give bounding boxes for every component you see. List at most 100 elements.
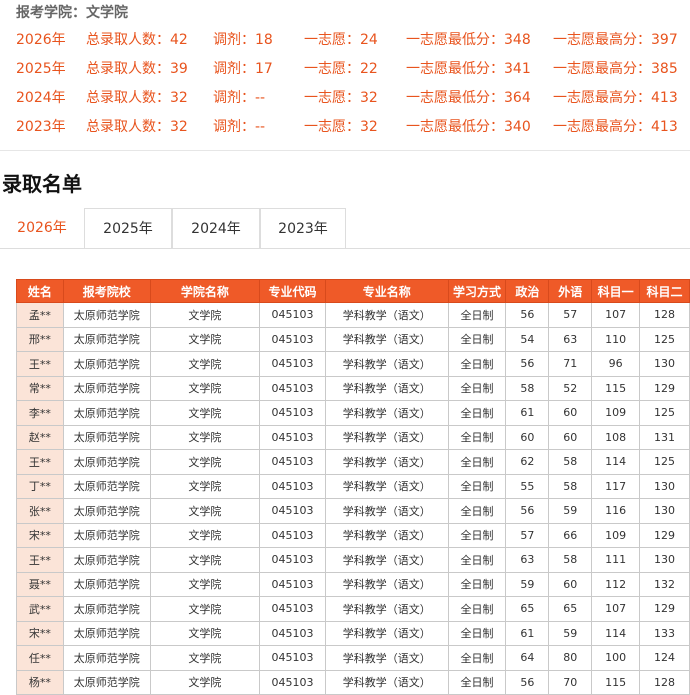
- table-cell: 太原师范学院: [62, 669, 151, 695]
- column-header: 学习方式: [447, 279, 507, 303]
- table-cell: 109: [591, 522, 641, 548]
- column-header: 外语: [548, 279, 593, 303]
- table-cell: 62: [505, 449, 550, 475]
- table-cell: 045103: [259, 302, 326, 328]
- table-cell: 文学院: [149, 326, 261, 352]
- table-cell: 常**: [16, 375, 64, 401]
- tab-year-3[interactable]: 2023年: [260, 208, 346, 248]
- table-cell: 125: [639, 449, 690, 475]
- table-cell: 129: [639, 522, 690, 548]
- table-row: 赵** 太原师范学院 文学院 045103 学科教学（语文） 全日制 60 60 108 131: [16, 424, 690, 450]
- table-cell: 108: [591, 424, 641, 450]
- admission-table: 姓名 报考院校 学院名称 专业代码 专业名称 学习方式 政治 外语 科目一 科目二 孟** 太原师范…: [16, 279, 690, 695]
- table-cell: 杨**: [16, 669, 64, 695]
- table-cell: 学科教学（语文）: [324, 669, 449, 695]
- column-header: 报考院校: [62, 279, 151, 303]
- table-cell: 太原师范学院: [62, 326, 151, 352]
- table-cell: 130: [639, 547, 690, 573]
- table-cell: 太原师范学院: [62, 498, 151, 524]
- table-cell: 100: [591, 645, 641, 671]
- table-cell: 125: [639, 326, 690, 352]
- table-cell: 045103: [259, 326, 326, 352]
- table-cell: 学科教学（语文）: [324, 302, 449, 328]
- tab-year-2[interactable]: 2024年: [172, 208, 260, 248]
- table-cell: 全日制: [447, 449, 507, 475]
- table-cell: 59: [548, 498, 593, 524]
- table-cell: 045103: [259, 400, 326, 426]
- stat-year: 2026年: [16, 32, 66, 48]
- table-cell: 文学院: [149, 620, 261, 646]
- table-cell: 文学院: [149, 449, 261, 475]
- table-cell: 文学院: [149, 596, 261, 622]
- table-cell: 045103: [259, 596, 326, 622]
- table-row: 任** 太原师范学院 文学院 045103 学科教学（语文） 全日制 64 80 100 124: [16, 645, 690, 671]
- table-cell: 王**: [16, 351, 64, 377]
- table-cell: 56: [505, 351, 550, 377]
- table-cell: 文学院: [149, 547, 261, 573]
- table-cell: 学科教学（语文）: [324, 645, 449, 671]
- table-cell: 131: [639, 424, 690, 450]
- table-cell: 全日制: [447, 302, 507, 328]
- table-cell: 全日制: [447, 326, 507, 352]
- table-cell: 130: [639, 351, 690, 377]
- stat-max: 一志愿最高分：385: [553, 61, 678, 77]
- table-cell: 66: [548, 522, 593, 548]
- column-header: 科目二: [639, 279, 690, 303]
- table-cell: 71: [548, 351, 593, 377]
- stat-first: 一志愿：24: [304, 32, 378, 48]
- table-cell: 045103: [259, 473, 326, 499]
- table-cell: 宋**: [16, 620, 64, 646]
- table-cell: 96: [591, 351, 641, 377]
- stat-adjust: 调剂：--: [213, 119, 266, 135]
- table-cell: 全日制: [447, 400, 507, 426]
- table-row: 宋** 太原师范学院 文学院 045103 学科教学（语文） 全日制 57 66 109 129: [16, 522, 690, 548]
- table-cell: 045103: [259, 571, 326, 597]
- table-cell: 太原师范学院: [62, 351, 151, 377]
- table-cell: 115: [591, 669, 641, 695]
- table-cell: 文学院: [149, 424, 261, 450]
- table-cell: 文学院: [149, 302, 261, 328]
- stat-total: 总录取人数：42: [86, 32, 188, 48]
- table-cell: 学科教学（语文）: [324, 351, 449, 377]
- table-cell: 全日制: [447, 596, 507, 622]
- table-cell: 学科教学（语文）: [324, 596, 449, 622]
- table-cell: 文学院: [149, 669, 261, 695]
- table-cell: 045103: [259, 449, 326, 475]
- stat-min: 一志愿最低分：348: [406, 32, 531, 48]
- tab-year-1[interactable]: 2025年: [84, 208, 172, 248]
- table-cell: 80: [548, 645, 593, 671]
- table-cell: 王**: [16, 547, 64, 573]
- table-cell: 54: [505, 326, 550, 352]
- column-header: 科目一: [591, 279, 641, 303]
- table-cell: 58: [505, 375, 550, 401]
- table-cell: 全日制: [447, 547, 507, 573]
- table-cell: 117: [591, 473, 641, 499]
- table-cell: 太原师范学院: [62, 522, 151, 548]
- table-cell: 全日制: [447, 620, 507, 646]
- admission-stats: 2026年 总录取人数：42 调剂：18 一志愿：24 一志愿最低分：348 一志愿最高分…: [16, 28, 690, 144]
- tab-year-0[interactable]: 2026年: [0, 208, 84, 248]
- table-cell: 聂**: [16, 571, 64, 597]
- table-cell: 孟**: [16, 302, 64, 328]
- table-cell: 任**: [16, 645, 64, 671]
- table-cell: 丁**: [16, 473, 64, 499]
- table-cell: 60: [548, 400, 593, 426]
- stat-adjust: 调剂：17: [213, 61, 273, 77]
- table-row: 孟** 太原师范学院 文学院 045103 学科教学（语文） 全日制 56 57 107 128: [16, 302, 690, 328]
- table-row: 武** 太原师范学院 文学院 045103 学科教学（语文） 全日制 65 65 107 129: [16, 596, 690, 622]
- table-cell: 王**: [16, 449, 64, 475]
- stat-year: 2025年: [16, 61, 66, 77]
- table-cell: 56: [505, 498, 550, 524]
- table-cell: 045103: [259, 669, 326, 695]
- stat-year: 2023年: [16, 119, 66, 135]
- table-cell: 文学院: [149, 400, 261, 426]
- table-row: 宋** 太原师范学院 文学院 045103 学科教学（语文） 全日制 61 59 114 133: [16, 620, 690, 646]
- table-cell: 学科教学（语文）: [324, 326, 449, 352]
- table-cell: 赵**: [16, 424, 64, 450]
- table-cell: 太原师范学院: [62, 547, 151, 573]
- table-cell: 61: [505, 400, 550, 426]
- stat-adjust: 调剂：--: [213, 90, 266, 106]
- table-cell: 55: [505, 473, 550, 499]
- table-cell: 全日制: [447, 669, 507, 695]
- table-cell: 60: [505, 424, 550, 450]
